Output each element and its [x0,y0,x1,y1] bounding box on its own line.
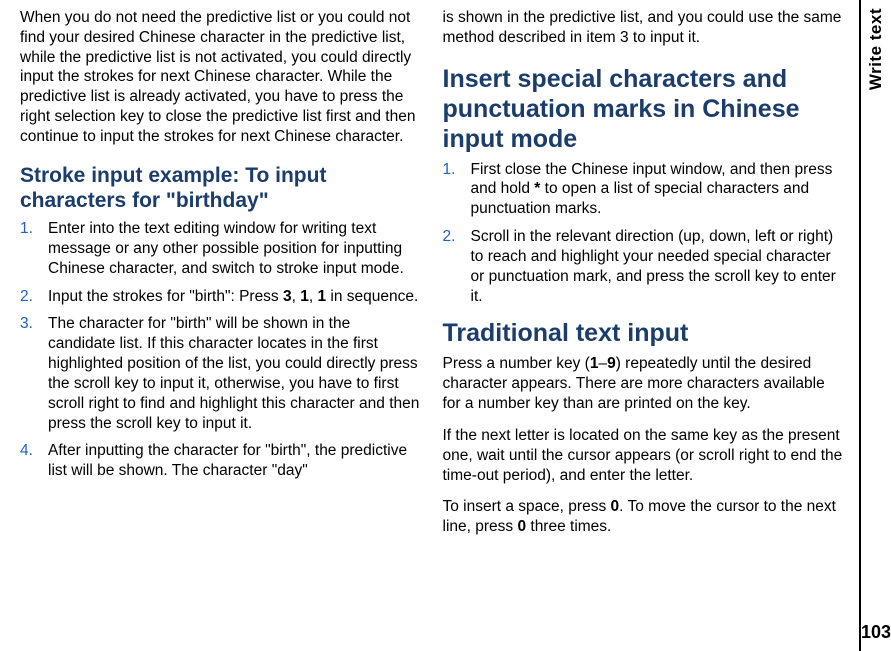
text: – [598,355,607,372]
left-column: When you do not need the predictive list… [20,8,437,643]
list-item: Scroll in the relevant direction (up, do… [443,227,844,306]
text: three times. [526,518,611,535]
intro-paragraph: When you do not need the predictive list… [20,8,421,147]
stroke-example-heading: Stroke input example: To input character… [20,163,421,213]
text: , [309,288,318,305]
right-column: is shown in the predictive list, and you… [437,8,860,643]
list-item: First close the Chinese input window, an… [443,160,844,219]
text: Input the strokes for "birth": Press [48,288,283,305]
section-label: Write text [866,8,886,90]
stroke-example-list: Enter into the text editing window for w… [20,219,421,489]
traditional-para-1: Press a number key (1–9) repeatedly unti… [443,354,844,413]
traditional-input-heading: Traditional text input [443,318,844,348]
list-item: Input the strokes for "birth": Press 3, … [20,287,421,307]
text: To insert a space, press [443,498,611,515]
text: in sequence. [326,288,418,305]
list-item: Enter into the text editing window for w… [20,219,421,278]
page-number: 103 [861,622,891,643]
continuation-paragraph: is shown in the predictive list, and you… [443,8,844,48]
key-label: 0 [517,518,526,535]
key-label: 1 [318,288,327,305]
sidebar: Write text 103 [859,0,891,651]
special-chars-heading: Insert special characters and punctuatio… [443,64,844,154]
key-label: 1 [300,288,309,305]
list-item: The character for "birth" will be shown … [20,314,421,433]
text: Press a number key ( [443,355,590,372]
page-container: When you do not need the predictive list… [0,0,891,651]
text: , [292,288,301,305]
special-chars-list: First close the Chinese input window, an… [443,160,844,315]
list-item: After inputting the character for "birth… [20,441,421,481]
key-label: 0 [611,498,620,515]
traditional-para-3: To insert a space, press 0. To move the … [443,497,844,537]
key-label: 3 [283,288,292,305]
key-label: 9 [607,355,616,372]
content-area: When you do not need the predictive list… [0,0,859,651]
traditional-para-2: If the next letter is located on the sam… [443,426,844,485]
